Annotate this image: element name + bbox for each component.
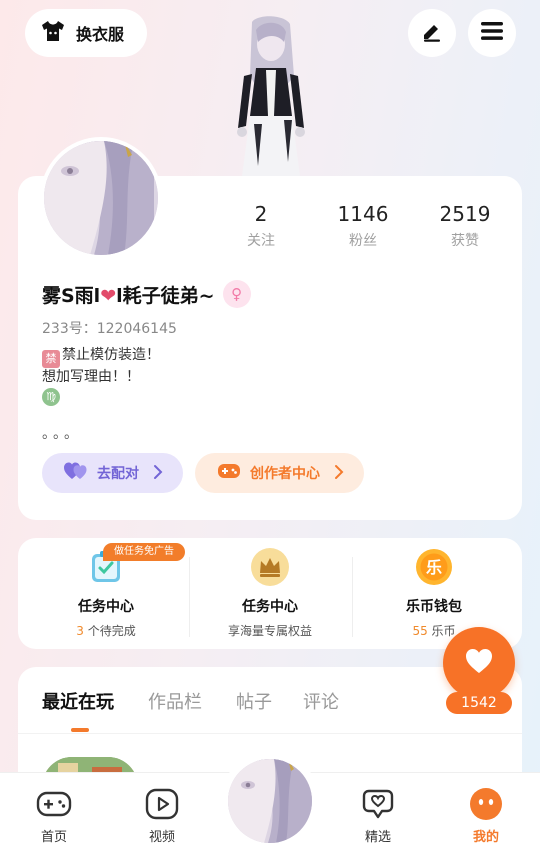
member-benefits-subtitle: 享海量专属权益 xyxy=(227,624,312,638)
coin-wallet-item[interactable]: 乐 乐币钱包 55 乐币 xyxy=(359,548,509,639)
match-label: 去配对 xyxy=(97,466,139,482)
gamepad-icon xyxy=(36,786,72,822)
like-count: 1542 xyxy=(446,692,512,714)
female-gender-icon: ♀ xyxy=(222,280,251,308)
following-stat[interactable]: 2 关注 xyxy=(216,202,306,250)
pending-count: 3 xyxy=(76,624,84,638)
edit-button[interactable] xyxy=(408,9,456,57)
video-icon xyxy=(144,786,180,822)
avatar[interactable] xyxy=(40,137,162,259)
divider xyxy=(189,557,190,637)
nav-featured[interactable]: 精选 xyxy=(348,786,408,845)
menu-button[interactable] xyxy=(468,9,516,57)
likes-stat[interactable]: 2519 获赞 xyxy=(420,202,510,250)
tab-works[interactable]: 作品栏 xyxy=(148,688,202,714)
tshirt-icon xyxy=(40,19,66,47)
bio-text-1: 禁止模仿装造！ xyxy=(62,347,160,363)
gender-symbol: ♀ xyxy=(231,285,243,303)
character-figure[interactable] xyxy=(222,16,322,180)
member-benefits-title: 任务中心 xyxy=(242,599,298,615)
bio-line-1: 禁禁止模仿装造！ xyxy=(42,346,160,368)
match-button[interactable]: 去配对 xyxy=(42,453,183,493)
active-tab-indicator xyxy=(71,728,89,732)
center-avatar-button[interactable] xyxy=(228,759,312,843)
coin-balance: 55 xyxy=(412,624,428,638)
task-center-title: 任务中心 xyxy=(78,599,134,615)
heart-emoji-icon: ❤ xyxy=(100,284,117,307)
user-id: 233号：122046145 xyxy=(42,321,177,337)
nav-video-label: 视频 xyxy=(148,830,175,845)
coin-unit: 乐币 xyxy=(427,624,456,638)
task-center-item[interactable]: 任务中心 3 个待完成 xyxy=(31,548,181,639)
task-center-subtitle: 3 个待完成 xyxy=(31,622,181,639)
name-row: 雾S雨l❤l耗子徒弟~ ♀ xyxy=(42,280,251,308)
following-count: 2 xyxy=(254,202,268,226)
bio-more-dots[interactable]: 。。。 xyxy=(42,423,82,443)
nav-featured-label: 精选 xyxy=(364,830,391,845)
nav-me[interactable]: 我的 xyxy=(456,786,516,845)
bio: 禁禁止模仿装造！ 想加写理由！！ ♍ xyxy=(42,346,160,406)
divider xyxy=(352,557,353,637)
coin-glyph: 乐 xyxy=(426,558,442,577)
menu-icon xyxy=(481,21,503,45)
username-prefix: 雾S雨l xyxy=(42,284,101,307)
tab-posts[interactable]: 帖子 xyxy=(236,688,272,714)
fans-stat[interactable]: 1146 粉丝 xyxy=(318,202,408,250)
double-heart-icon xyxy=(64,461,88,485)
profile-face-icon xyxy=(468,786,504,822)
creator-center-button[interactable]: 创作者中心 xyxy=(195,453,364,493)
creator-center-label: 创作者中心 xyxy=(250,466,320,482)
tab-comments[interactable]: 评论 xyxy=(303,688,339,714)
pending-label: 个待完成 xyxy=(83,624,136,638)
nav-home[interactable]: 首页 xyxy=(24,786,84,845)
ad-free-tag: 做任务免广告 xyxy=(103,543,185,561)
username: 雾S雨l❤l耗子徒弟~ xyxy=(42,281,215,308)
gamepad-plus-icon xyxy=(217,461,241,485)
bio-line-2: 想加写理由！！ xyxy=(42,369,140,385)
tabs-divider xyxy=(18,733,522,734)
wardrobe-label: 换衣服 xyxy=(76,25,125,44)
like-button[interactable] xyxy=(443,627,515,699)
nav-video[interactable]: 视频 xyxy=(132,786,192,845)
chevron-right-icon xyxy=(334,463,344,485)
username-suffix: l耗子徒弟~ xyxy=(116,284,215,307)
virgo-icon: ♍ xyxy=(42,388,60,406)
coin-icon: 乐 xyxy=(415,548,453,586)
heart-icon xyxy=(465,648,493,678)
coin-wallet-title: 乐币钱包 xyxy=(406,599,462,615)
wardrobe-button[interactable]: 换衣服 xyxy=(25,9,147,57)
likes-label: 获赞 xyxy=(451,233,479,249)
fans-label: 粉丝 xyxy=(349,233,377,249)
nav-me-label: 我的 xyxy=(472,830,499,845)
pen-icon xyxy=(421,20,443,46)
tab-recently-played[interactable]: 最近在玩 xyxy=(42,688,114,714)
prohibited-badge-icon: 禁 xyxy=(42,350,60,368)
crown-icon xyxy=(251,548,289,586)
likes-count: 2519 xyxy=(439,202,491,226)
chevron-right-icon xyxy=(153,463,163,485)
fans-count: 1146 xyxy=(337,202,389,226)
nav-home-label: 首页 xyxy=(40,830,67,845)
heart-chat-icon xyxy=(360,786,396,822)
member-benefits-item[interactable]: 任务中心 享海量专属权益 xyxy=(195,548,345,639)
following-label: 关注 xyxy=(247,233,275,249)
